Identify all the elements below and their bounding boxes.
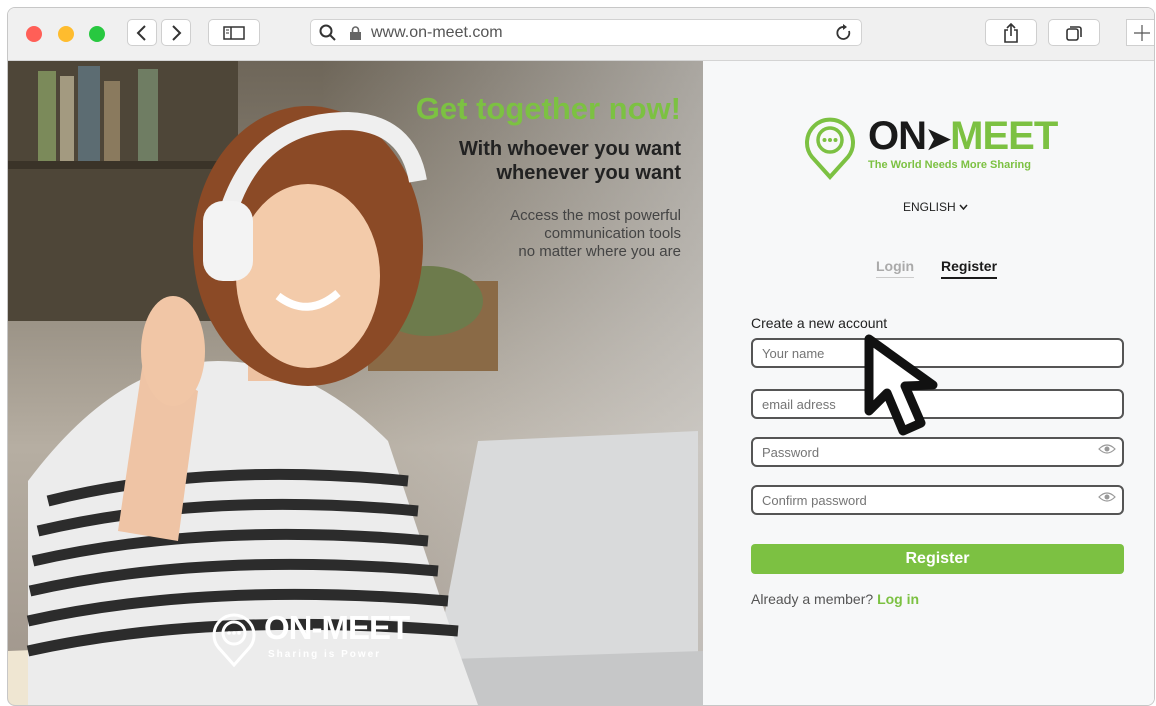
forward-icon xyxy=(172,24,182,41)
language-selector[interactable]: ENGLISH xyxy=(903,200,968,214)
confirm-password-field xyxy=(751,485,1124,515)
login-prompt: Already a member? Log in xyxy=(751,591,919,607)
hero-tagline-line1: With whoever you want xyxy=(458,138,681,160)
back-icon xyxy=(136,24,146,41)
brand-wordmark-meet: MEET xyxy=(950,114,1058,158)
url-text: www.on-meet.com xyxy=(371,24,503,41)
tab-register[interactable]: Register xyxy=(941,258,998,279)
reload-icon[interactable] xyxy=(835,23,853,43)
brand-slogan: The World Needs More Sharing xyxy=(868,159,1031,171)
register-panel: ON➤MEET The World Needs More Sharing ENG… xyxy=(703,61,1154,705)
eye-icon[interactable] xyxy=(1098,491,1116,503)
hero-subtext: Access the most powerful communication t… xyxy=(510,207,681,261)
hero-headline: Get together now! xyxy=(415,91,681,126)
maximize-window-button[interactable] xyxy=(89,26,105,42)
tab-login[interactable]: Login xyxy=(876,258,915,278)
hero-tagline: With whoever you want whenever you want xyxy=(459,137,681,185)
confirm-password-input[interactable] xyxy=(751,485,1124,515)
brand-wordmark: ON➤MEET xyxy=(868,114,1058,161)
tabs-icon xyxy=(1066,25,1082,41)
login-prompt-text: Already a member? xyxy=(751,591,874,607)
sidebar-button[interactable] xyxy=(208,19,260,46)
location-chat-icon xyxy=(212,613,256,668)
close-window-button[interactable] xyxy=(26,26,42,42)
watermark-wordmark: ON-MEET xyxy=(264,609,410,646)
form-heading: Create a new account xyxy=(751,315,888,331)
new-tab-icon xyxy=(1133,24,1150,41)
brand-logo: ON➤MEET The World Needs More Sharing xyxy=(800,113,1070,183)
sidebar-icon xyxy=(223,25,245,40)
browser-window: www.on-meet.com Get together now! With w… xyxy=(7,7,1155,706)
location-chat-icon xyxy=(805,117,855,180)
page-content: Get together now! With whoever you want … xyxy=(8,61,1154,705)
browser-toolbar: www.on-meet.com xyxy=(8,8,1154,61)
hero-sub-line3: no matter where you are xyxy=(518,243,681,260)
hero-sub-line1: Access the most powerful xyxy=(510,207,681,224)
mouse-pointer-icon xyxy=(864,334,938,436)
share-icon xyxy=(1004,22,1018,43)
register-button[interactable]: Register xyxy=(751,544,1124,574)
address-bar[interactable]: www.on-meet.com xyxy=(310,19,862,46)
arrow-icon: ➤ xyxy=(926,123,951,156)
minimize-window-button[interactable] xyxy=(58,26,74,42)
hero-sub-line2: communication tools xyxy=(544,225,681,242)
back-button[interactable] xyxy=(127,19,157,46)
search-icon xyxy=(319,24,336,41)
brand-wordmark-on: ON xyxy=(868,114,927,158)
watermark-slogan: Sharing is Power xyxy=(268,649,382,660)
chevron-down-icon xyxy=(959,204,968,210)
hero-panel: Get together now! With whoever you want … xyxy=(8,61,703,705)
lock-icon xyxy=(350,26,361,40)
login-link[interactable]: Log in xyxy=(877,591,919,607)
eye-icon[interactable] xyxy=(1098,443,1116,455)
new-tab-button[interactable] xyxy=(1126,19,1154,46)
hero-tagline-line2: whenever you want xyxy=(496,162,682,184)
tabs-overview-button[interactable] xyxy=(1048,19,1100,46)
forward-button[interactable] xyxy=(161,19,191,46)
watermark-logo: ON-MEET Sharing is Power xyxy=(208,609,448,669)
language-label: ENGLISH xyxy=(903,200,956,214)
share-button[interactable] xyxy=(985,19,1037,46)
